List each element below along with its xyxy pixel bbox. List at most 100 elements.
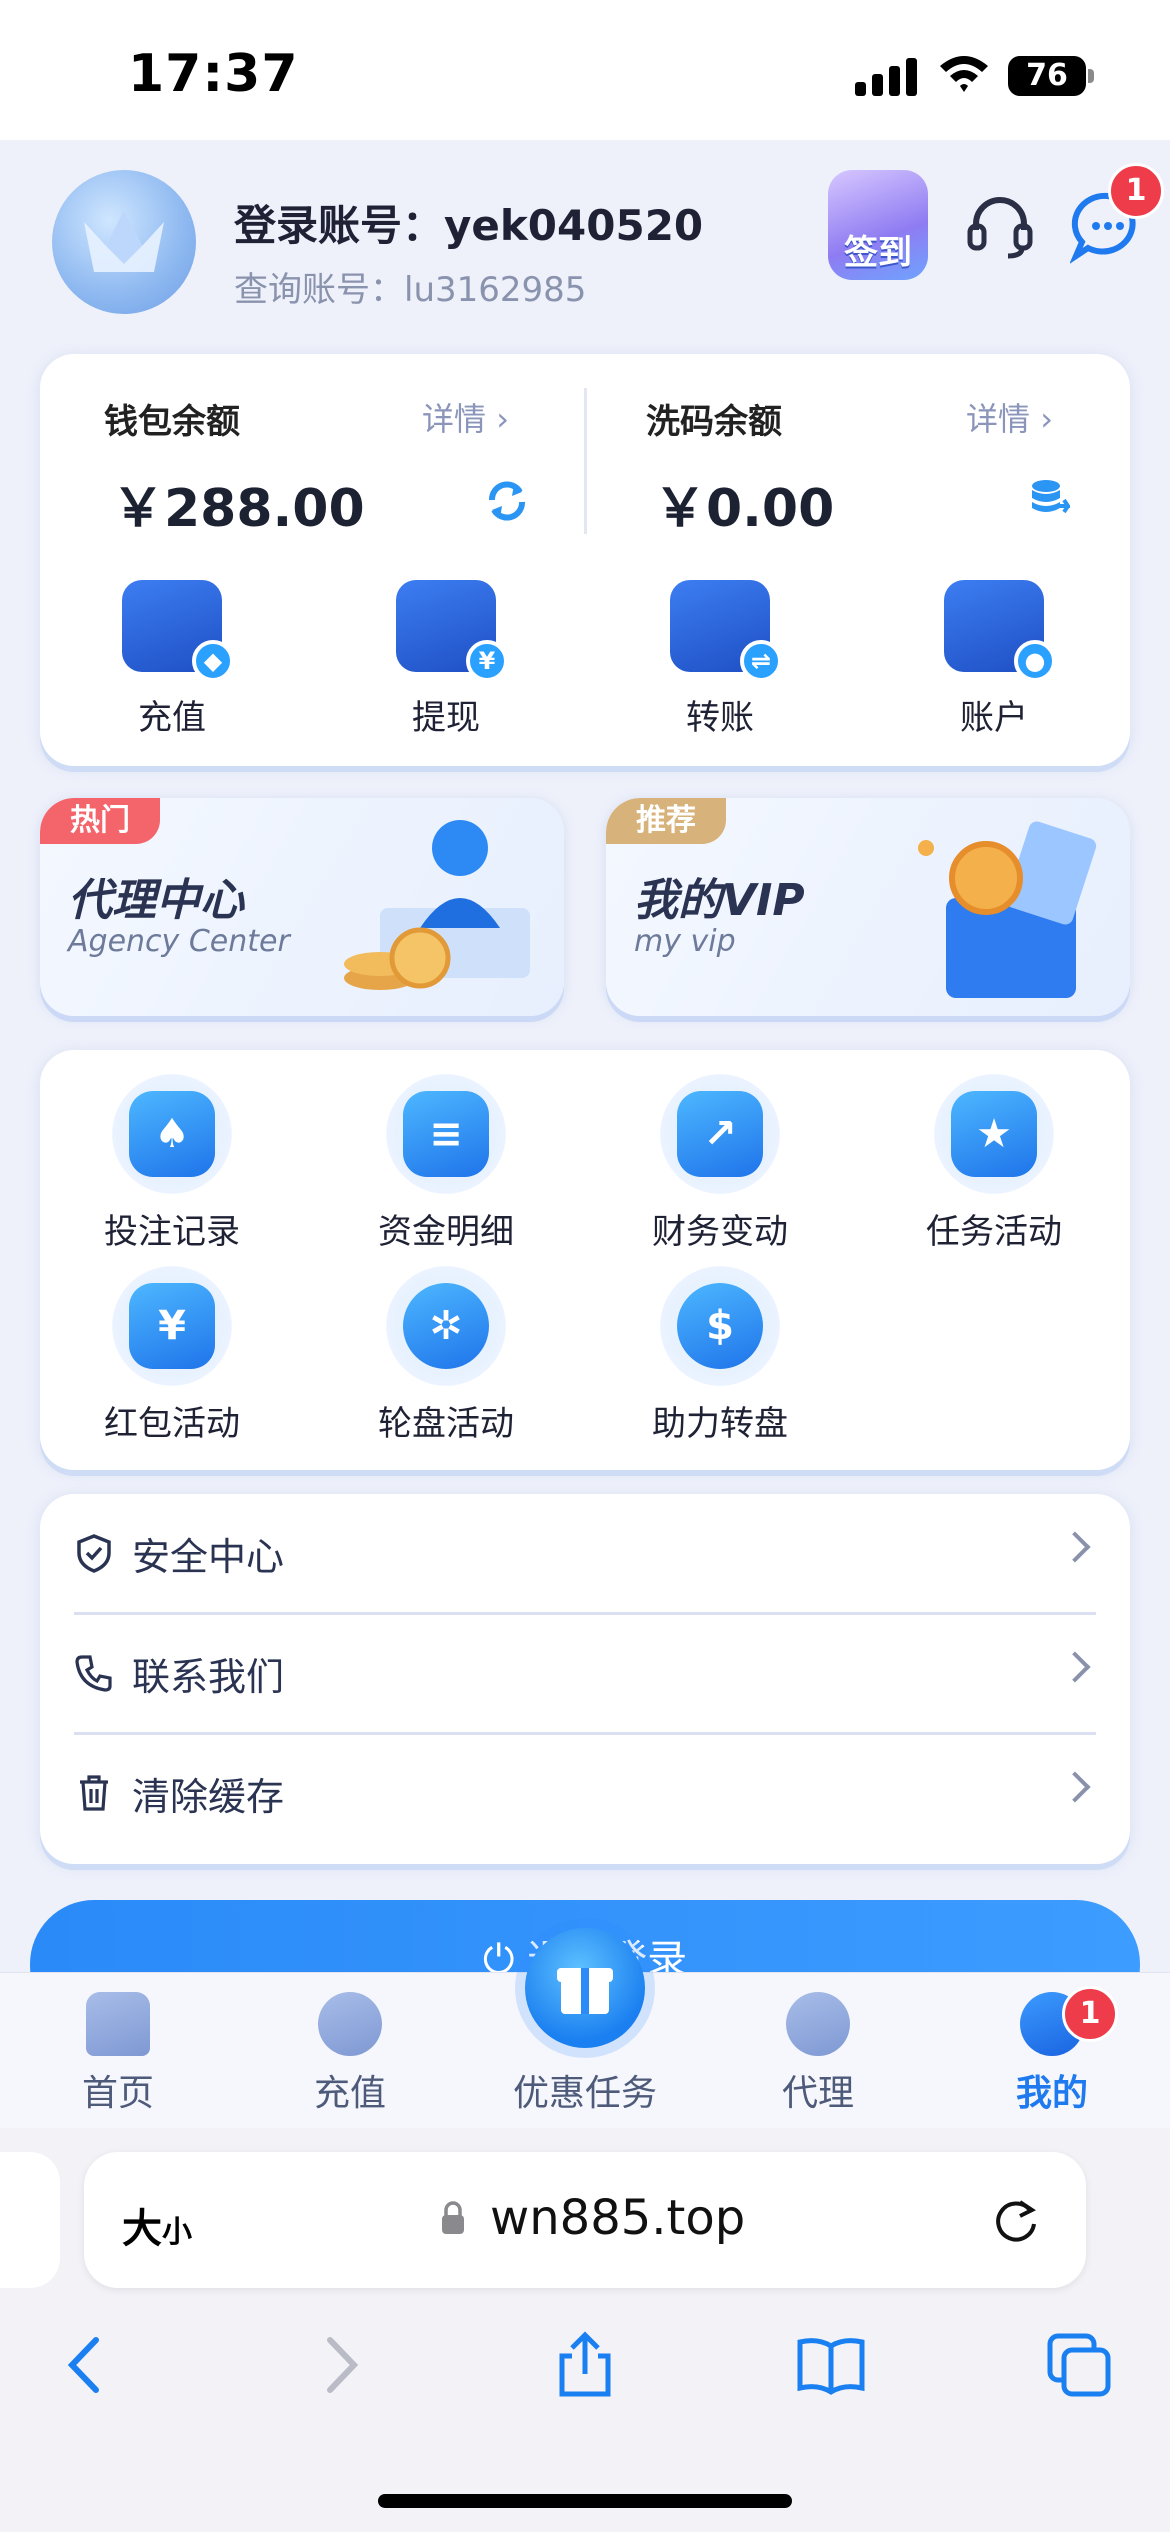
tabs-icon[interactable] — [1044, 2330, 1114, 2400]
chevron-right-icon — [1059, 1651, 1091, 1683]
red-packet-label: 红包活动 — [104, 1404, 240, 1444]
tab-promotions-label: 优惠任务 — [512, 2073, 657, 2114]
fund-detail-icon: ≡ — [386, 1074, 506, 1194]
bet-record-icon: ♠ — [112, 1074, 232, 1194]
phone-icon — [75, 1655, 112, 1692]
my-vip-banner[interactable]: 推荐 我的VIP my vip — [606, 798, 1130, 1016]
roulette-label: 轮盘活动 — [378, 1404, 514, 1444]
wallet-balance-title: 钱包余额 — [104, 402, 240, 442]
signin-label: 签到 — [844, 233, 912, 273]
wallet-detail-label: 详情 — [422, 400, 487, 438]
forward-icon[interactable] — [304, 2330, 374, 2400]
clear-cache-label: 清除缓存 — [132, 1774, 285, 1819]
bet-record-label: 投注记录 — [104, 1212, 240, 1252]
chevron-right-icon: › — [496, 400, 509, 438]
tab-recharge[interactable]: 充值 — [260, 1992, 440, 2116]
contact-us-label: 联系我们 — [132, 1654, 285, 1699]
tab-agent[interactable]: 代理 — [728, 1992, 908, 2116]
wash-detail-label: 详情 — [966, 400, 1031, 438]
cellular-signal-icon — [855, 58, 917, 96]
tab-agent-label: 代理 — [781, 2073, 854, 2114]
finance-change-icon: ↗ — [660, 1074, 780, 1194]
vip-subtitle: my vip — [634, 924, 736, 959]
red-packet-item[interactable]: ¥ 红包活动 — [52, 1266, 292, 1445]
fund-detail-item[interactable]: ≡ 资金明细 — [326, 1074, 566, 1253]
agency-title: 代理中心 — [68, 875, 244, 926]
card-icon: ¥ — [396, 580, 508, 682]
chevron-right-icon — [1059, 1771, 1091, 1803]
recommend-tag: 推荐 — [606, 798, 726, 844]
transfer-action[interactable]: ⇌ 转账 — [650, 580, 790, 739]
status-time: 17:37 — [128, 44, 299, 104]
refresh-icon[interactable] — [484, 478, 530, 524]
text-size-small: 小 — [162, 2215, 192, 2250]
wifi-icon — [940, 56, 988, 92]
security-center-label: 安全中心 — [132, 1534, 285, 1579]
tab-promotions[interactable]: 优惠任务 — [495, 1992, 675, 2116]
recharge-label: 充值 — [138, 698, 206, 738]
tab-me-label: 我的 — [1015, 2073, 1088, 2114]
assist-wheel-item[interactable]: $ 助力转盘 — [600, 1266, 840, 1445]
tab-home-label: 首页 — [81, 2073, 154, 2114]
settings-list-card: 安全中心 联系我们 清除缓存 — [40, 1494, 1130, 1864]
battery-icon: 76 — [1008, 56, 1094, 96]
transfer-label: 转账 — [686, 698, 754, 738]
bookmarks-icon[interactable] — [796, 2330, 866, 2400]
wallet-balance-amount: ￥288.00 — [112, 479, 365, 539]
back-icon[interactable] — [52, 2330, 122, 2400]
hot-tag: 热门 — [40, 798, 160, 844]
trash-icon — [80, 1775, 108, 1811]
wash-balance-title: 洗码余额 — [646, 402, 782, 442]
red-packet-icon: ¥ — [112, 1266, 232, 1386]
wash-balance-amount: ￥0.00 — [654, 479, 835, 539]
reload-icon[interactable] — [990, 2194, 1042, 2246]
assist-wheel-label: 助力转盘 — [652, 1404, 788, 1444]
database-icon[interactable] — [1030, 478, 1070, 518]
account-action[interactable]: ● 账户 — [924, 580, 1064, 739]
url-text: wn885.top — [490, 2190, 746, 2246]
text-size-button[interactable]: 大小 — [122, 2196, 192, 2254]
task-activity-icon: ★ — [934, 1074, 1054, 1194]
agency-illustration-icon — [344, 820, 530, 990]
battery-level: 76 — [1008, 56, 1086, 96]
wash-detail-link[interactable]: 详情 › — [966, 394, 1053, 440]
crown-icon — [84, 210, 164, 272]
clear-cache-row[interactable]: 清除缓存 — [74, 1734, 1096, 1852]
vip-illustration-icon — [918, 821, 1097, 998]
wallet-divider — [584, 388, 587, 534]
previous-tab-preview[interactable] — [0, 2152, 60, 2288]
transfer-icon: ⇌ — [670, 580, 782, 682]
chevron-right-icon: › — [1040, 400, 1053, 438]
signin-button[interactable]: 签到 — [828, 170, 928, 280]
chevron-right-icon — [1059, 1531, 1091, 1563]
tab-home[interactable]: 首页 — [28, 1992, 208, 2116]
bet-record-item[interactable]: ♠ 投注记录 — [52, 1074, 292, 1253]
shield-icon — [77, 1534, 111, 1573]
recharge-icon — [318, 1992, 382, 2056]
task-activity-item[interactable]: ★ 任务活动 — [874, 1074, 1114, 1253]
wallet-icon: ◆ — [122, 580, 234, 682]
vip-title: 我的VIP — [634, 875, 805, 926]
avatar[interactable] — [52, 170, 196, 314]
agency-center-banner[interactable]: 热门 代理中心 Agency Center — [40, 798, 564, 1016]
share-icon[interactable] — [550, 2330, 620, 2400]
withdraw-action[interactable]: ¥ 提现 — [376, 580, 516, 739]
wallet-detail-link[interactable]: 详情 › — [422, 394, 509, 440]
account-label: 账户 — [960, 698, 1028, 738]
contact-us-row[interactable]: 联系我们 — [74, 1614, 1096, 1732]
tab-recharge-label: 充值 — [313, 2073, 386, 2114]
task-activity-label: 任务活动 — [926, 1212, 1062, 1252]
agency-subtitle: Agency Center — [68, 924, 290, 959]
security-center-row[interactable]: 安全中心 — [74, 1494, 1096, 1612]
account-icon: ● — [944, 580, 1056, 682]
withdraw-label: 提现 — [412, 698, 480, 738]
home-icon — [86, 1992, 150, 2056]
headset-icon[interactable] — [964, 190, 1036, 262]
fund-detail-label: 资金明细 — [378, 1212, 514, 1252]
me-badge: 1 — [1062, 1986, 1118, 2042]
recharge-action[interactable]: ◆ 充值 — [102, 580, 242, 739]
query-account: 查询账号：lu3162985 — [234, 270, 587, 310]
roulette-item[interactable]: ✲ 轮盘活动 — [326, 1266, 566, 1445]
home-indicator — [378, 2494, 792, 2508]
finance-change-item[interactable]: ↗ 财务变动 — [600, 1074, 840, 1253]
